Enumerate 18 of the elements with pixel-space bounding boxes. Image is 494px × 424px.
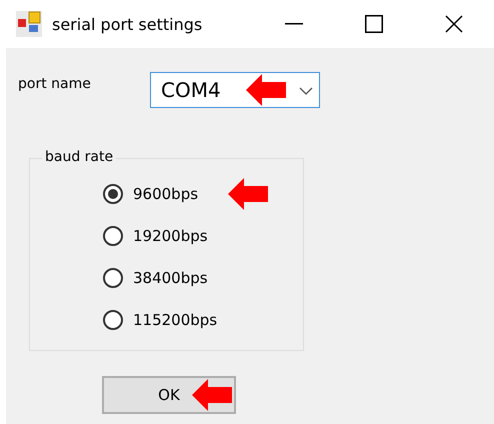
app-icon bbox=[16, 11, 42, 37]
close-icon bbox=[445, 15, 463, 33]
baud-rate-option[interactable]: 9600bps bbox=[103, 183, 218, 205]
minimize-icon bbox=[285, 23, 303, 25]
pointer-arrow-icon bbox=[228, 178, 268, 210]
pointer-arrow-icon bbox=[192, 379, 232, 411]
port-name-label: port name bbox=[18, 76, 91, 92]
radio-button[interactable] bbox=[103, 268, 123, 288]
baud-rate-option[interactable]: 115200bps bbox=[103, 309, 218, 331]
radio-button[interactable] bbox=[103, 310, 123, 330]
baud-rate-option[interactable]: 19200bps bbox=[103, 225, 218, 247]
baud-rate-option[interactable]: 38400bps bbox=[103, 267, 218, 289]
pointer-arrow-icon bbox=[246, 74, 286, 106]
window-title: serial port settings bbox=[52, 14, 204, 34]
chevron-down-icon bbox=[299, 87, 313, 95]
maximize-icon bbox=[365, 15, 383, 33]
radio-button[interactable] bbox=[103, 226, 123, 246]
radio-button[interactable] bbox=[103, 184, 123, 204]
